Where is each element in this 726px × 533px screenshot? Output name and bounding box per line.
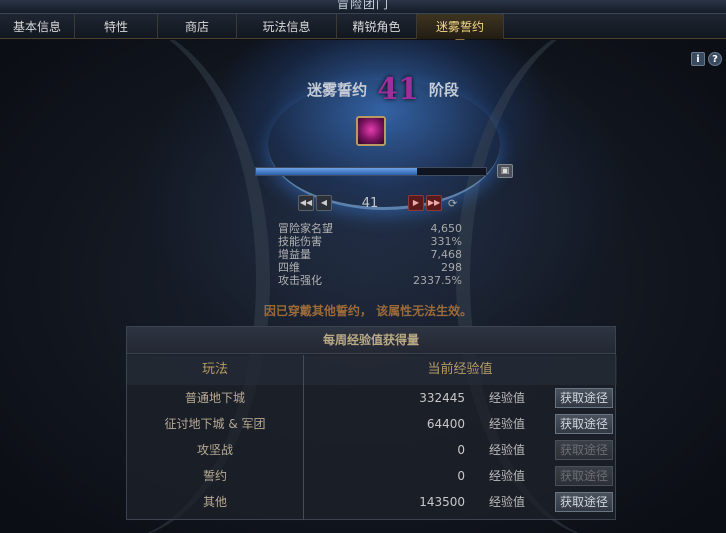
exp-value: 143500: [419, 495, 465, 509]
first-icon[interactable]: ◀◀: [298, 195, 314, 211]
next-icon[interactable]: ▶: [408, 195, 424, 211]
stage-navigator: ◀◀ ◀ 41 ▶ ▶▶ ⟳: [298, 195, 457, 211]
get-path-button[interactable]: 获取途径: [555, 492, 613, 512]
mode-name: 普通地下城: [184, 391, 245, 405]
stat-value: 7,468: [430, 248, 463, 261]
stat-label: 增益量: [278, 248, 311, 261]
stat-value: 2337.5%: [413, 274, 462, 287]
exp-unit: 经验值: [489, 443, 526, 457]
tab-traits[interactable]: 特性: [75, 14, 158, 39]
table-row: 征讨地下城 & 军团 64400 经验值 获取途径: [127, 411, 617, 437]
tab-gameplay-info[interactable]: 玩法信息: [237, 14, 337, 39]
stage-title: 迷雾誓约: [307, 81, 368, 99]
help-icon[interactable]: ?: [708, 52, 722, 66]
tab-basic-info[interactable]: 基本信息: [0, 14, 75, 39]
mode-name: 誓约: [202, 469, 227, 483]
last-icon[interactable]: ▶▶: [426, 195, 442, 211]
exp-value: 332445: [419, 391, 465, 405]
stat-row: 攻击强化 2337.5%: [278, 274, 462, 287]
refresh-icon[interactable]: ⟳: [448, 197, 457, 210]
table-header: 玩法 当前经验值: [127, 355, 617, 385]
col-exp-header: 当前经验值: [427, 362, 493, 377]
mist-oath-panel: i ? 迷雾誓约 41 阶段 ▣ ◀◀ ◀ 41 ▶ ▶▶ ⟳ 冒险家名望 4,650…: [0, 40, 726, 533]
tab-shop[interactable]: 商店: [158, 14, 237, 39]
mode-name: 征讨地下城 & 军团: [164, 417, 266, 431]
window-title-bar: 冒险团门: [0, 0, 726, 14]
tab-elite-characters[interactable]: 精锐角色: [337, 14, 417, 39]
table-row: 普通地下城 332445 经验值 获取途径: [127, 385, 617, 411]
exp-unit: 经验值: [489, 391, 526, 405]
stage-suffix: 阶段: [428, 81, 459, 99]
oath-emblem-icon[interactable]: [356, 116, 386, 146]
stat-row: 增益量 7,468: [278, 248, 462, 261]
stats-list: 冒险家名望 4,650 技能伤害 331% 增益量 7,468 四维 298 攻击强化 2…: [278, 222, 462, 287]
exp-value: 64400: [426, 417, 465, 431]
exp-unit: 经验值: [489, 495, 526, 509]
exp-value: 0: [457, 469, 465, 483]
stage-nav-value: 41: [361, 195, 379, 211]
tab-mist-oath[interactable]: 迷雾誓约: [417, 14, 504, 44]
stat-value: 4,650: [430, 222, 463, 235]
info-icon[interactable]: i: [691, 52, 705, 66]
weekly-exp-table: 每周经验值获得量 玩法 当前经验值 普通地下城 332445 经验值 获取途径 …: [126, 326, 617, 520]
side-icons: i ?: [691, 52, 722, 66]
preview-icon[interactable]: ▣: [497, 164, 513, 178]
col-mode-header: 玩法: [201, 362, 228, 377]
exp-unit: 经验值: [489, 417, 526, 431]
mode-name: 攻坚战: [196, 443, 233, 457]
stage-progress-fill: [256, 168, 417, 175]
stat-label: 冒险家名望: [278, 222, 333, 235]
window-title: 冒险团门: [336, 0, 389, 11]
stat-row: 技能伤害 331%: [278, 235, 462, 248]
stat-label: 四维: [278, 261, 300, 274]
exp-value: 0: [457, 443, 465, 457]
weekly-exp-title: 每周经验值获得量: [127, 327, 615, 354]
stat-value: 331%: [430, 235, 462, 248]
get-path-button[interactable]: 获取途径: [555, 440, 613, 460]
stage-number: 41: [377, 72, 419, 107]
stage-progress-bar: [255, 167, 487, 176]
stat-row: 四维 298: [278, 261, 462, 274]
stage-heading: 迷雾誓约 41 阶段: [0, 72, 726, 107]
exp-unit: 经验值: [489, 469, 526, 483]
table-body: 普通地下城 332445 经验值 获取途径 征讨地下城 & 军团 64400 经…: [127, 385, 617, 515]
table-row: 誓约 0 经验值 获取途径: [127, 463, 617, 489]
prev-icon[interactable]: ◀: [316, 195, 332, 211]
get-path-button[interactable]: 获取途径: [555, 466, 613, 486]
stat-label: 技能伤害: [278, 235, 322, 248]
table-row: 攻坚战 0 经验值 获取途径: [127, 437, 617, 463]
inactive-warning: 因已穿戴其他誓约， 该属性无法生效。: [263, 304, 473, 318]
mode-name: 其他: [202, 495, 227, 509]
table-row: 其他 143500 经验值 获取途径: [127, 489, 617, 515]
get-path-button[interactable]: 获取途径: [555, 414, 613, 434]
stat-label: 攻击强化: [278, 274, 322, 287]
stat-row: 冒险家名望 4,650: [278, 222, 462, 235]
stat-value: 298: [441, 261, 462, 274]
get-path-button[interactable]: 获取途径: [555, 388, 613, 408]
tab-bar: 基本信息 特性 商店 玩法信息 精锐角色 迷雾誓约: [0, 14, 726, 44]
